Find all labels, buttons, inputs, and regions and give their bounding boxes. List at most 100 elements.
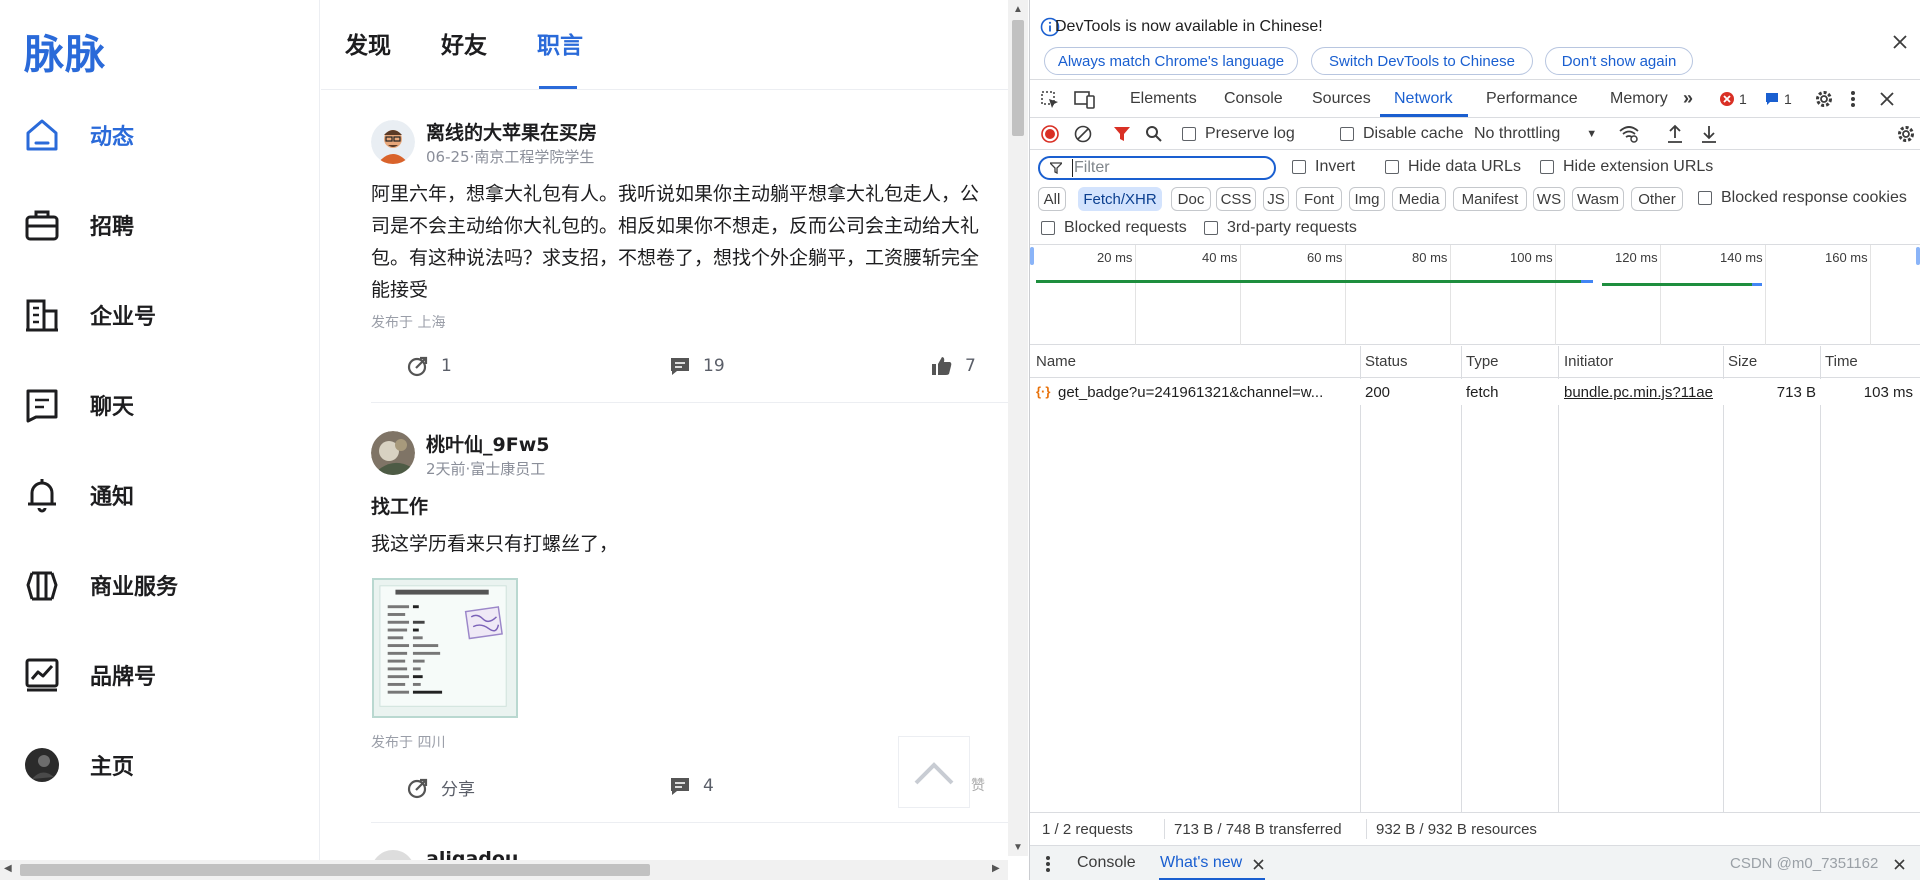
- tab-discover[interactable]: 发现: [345, 26, 391, 60]
- filter-input[interactable]: Filter: [1038, 156, 1276, 180]
- close-icon[interactable]: [1893, 35, 1907, 49]
- comment-button[interactable]: 4: [669, 775, 714, 797]
- nav-item-company[interactable]: 企业号: [24, 290, 304, 340]
- more-options-icon[interactable]: [1850, 89, 1856, 109]
- settings-gear-icon[interactable]: [1814, 89, 1834, 109]
- tab-workplace-talk[interactable]: 职言: [537, 26, 583, 60]
- record-stop-icon[interactable]: [1041, 125, 1059, 143]
- filter-chip-ws[interactable]: WS: [1533, 187, 1565, 211]
- tab-sources[interactable]: Sources: [1312, 90, 1371, 108]
- scroll-up-arrow-icon[interactable]: ▲: [1013, 4, 1023, 15]
- nav-item-brand[interactable]: 品牌号: [24, 650, 304, 700]
- scroll-left-arrow-icon[interactable]: ◀: [4, 863, 12, 874]
- tab-console[interactable]: Console: [1224, 90, 1283, 108]
- network-overview-timeline[interactable]: 20 ms 40 ms 60 ms 80 ms 100 ms 120 ms 14…: [1030, 245, 1920, 345]
- third-party-requests-checkbox[interactable]: 3rd-party requests: [1204, 219, 1357, 237]
- back-to-top-button[interactable]: [898, 736, 970, 808]
- export-har-icon[interactable]: [1700, 124, 1718, 144]
- filter-chip-manifest[interactable]: Manifest: [1453, 187, 1527, 211]
- timeline-start-handle[interactable]: [1030, 247, 1034, 265]
- share-button[interactable]: 分享: [407, 775, 475, 800]
- invert-checkbox[interactable]: Invert: [1292, 158, 1355, 176]
- disable-cache-checkbox[interactable]: Disable cache: [1340, 125, 1464, 143]
- switch-to-chinese-button[interactable]: Switch DevTools to Chinese: [1311, 47, 1533, 75]
- always-match-language-button[interactable]: Always match Chrome's language: [1044, 47, 1298, 75]
- filter-chip-wasm[interactable]: Wasm: [1572, 187, 1624, 211]
- timeline-end-handle[interactable]: [1916, 247, 1920, 265]
- filter-chip-doc[interactable]: Doc: [1171, 187, 1211, 211]
- throttling-select[interactable]: No throttling ▼: [1474, 125, 1597, 143]
- like-button[interactable]: 赞: [971, 775, 985, 795]
- import-har-icon[interactable]: [1666, 124, 1684, 144]
- inspect-element-icon[interactable]: [1040, 90, 1060, 110]
- request-initiator-link[interactable]: bundle.pc.min.js?11ae: [1564, 384, 1722, 401]
- preserve-log-checkbox[interactable]: Preserve log: [1182, 125, 1295, 143]
- page-vertical-scroll-thumb[interactable]: [1012, 20, 1024, 136]
- network-settings-gear-icon[interactable]: [1896, 124, 1916, 144]
- nav-item-jobs[interactable]: 招聘: [24, 200, 304, 250]
- drawer-menu-icon[interactable]: [1045, 855, 1051, 873]
- filter-funnel-icon[interactable]: [1113, 125, 1131, 143]
- share-icon: [407, 778, 428, 798]
- scroll-down-arrow-icon[interactable]: ▼: [1013, 842, 1023, 853]
- post-image-certificate[interactable]: [372, 578, 518, 718]
- error-counter[interactable]: 1: [1720, 91, 1747, 107]
- post-author[interactable]: 桃叶仙_9Fw5: [426, 430, 549, 457]
- drawer-tab-whats-new[interactable]: What's new: [1160, 854, 1242, 872]
- tab-elements[interactable]: Elements: [1130, 90, 1197, 108]
- filter-chip-font[interactable]: Font: [1296, 187, 1342, 211]
- dont-show-again-button[interactable]: Don't show again: [1545, 47, 1693, 75]
- nav-item-feed[interactable]: 动态: [24, 110, 304, 160]
- hide-extension-urls-checkbox[interactable]: Hide extension URLs: [1540, 158, 1713, 176]
- page-horizontal-scroll-thumb[interactable]: [20, 864, 650, 876]
- clear-icon[interactable]: [1074, 125, 1092, 143]
- filter-chip-img[interactable]: Img: [1349, 187, 1385, 211]
- more-tabs-icon[interactable]: »: [1683, 88, 1693, 109]
- nav-item-business[interactable]: 商业服务: [24, 560, 304, 610]
- column-size[interactable]: Size: [1728, 353, 1757, 370]
- filter-chip-fetch-xhr[interactable]: Fetch/XHR: [1078, 187, 1162, 211]
- avatar[interactable]: [371, 120, 415, 164]
- post-body[interactable]: 我这学历看来只有打螺丝了，: [371, 528, 1008, 562]
- forward-button[interactable]: 1: [407, 355, 452, 377]
- column-status[interactable]: Status: [1365, 353, 1408, 370]
- chevron-up-icon: [914, 762, 954, 785]
- column-type[interactable]: Type: [1466, 353, 1499, 370]
- message-counter[interactable]: 1: [1765, 91, 1792, 107]
- tab-network[interactable]: Network: [1394, 90, 1453, 108]
- post-body[interactable]: 阿里六年，想拿大礼包有人。我听说如果你主动躺平想拿大礼包走人，公 司是不会主动给…: [371, 178, 1008, 308]
- comment-button[interactable]: 19: [669, 355, 725, 377]
- close-devtools-icon[interactable]: [1880, 92, 1894, 106]
- close-drawer-icon[interactable]: [1894, 859, 1905, 870]
- avatar[interactable]: [371, 431, 415, 475]
- filter-chip-media[interactable]: Media: [1392, 187, 1446, 211]
- nav-item-notify[interactable]: 通知: [24, 470, 304, 520]
- blocked-requests-checkbox[interactable]: Blocked requests: [1041, 219, 1187, 237]
- tab-friends[interactable]: 好友: [441, 26, 487, 60]
- blocked-response-cookies-checkbox[interactable]: Blocked response cookies: [1698, 189, 1907, 207]
- column-initiator[interactable]: Initiator: [1564, 353, 1613, 370]
- filter-chip-js[interactable]: JS: [1263, 187, 1289, 211]
- close-tab-icon[interactable]: [1253, 859, 1264, 870]
- filter-chip-all[interactable]: All: [1038, 187, 1066, 211]
- post-title[interactable]: 找工作: [371, 492, 428, 519]
- filter-chip-css[interactable]: CSS: [1216, 187, 1256, 211]
- network-conditions-icon[interactable]: [1618, 124, 1640, 144]
- device-toolbar-icon[interactable]: [1074, 90, 1096, 110]
- tab-performance[interactable]: Performance: [1486, 90, 1578, 108]
- table-row[interactable]: {·} get_badge?u=241961321&channel=w... 2…: [1030, 379, 1920, 405]
- nav-item-profile[interactable]: 主页: [24, 740, 304, 790]
- post-author[interactable]: 离线的大苹果在买房: [426, 118, 597, 145]
- search-icon[interactable]: [1145, 125, 1163, 143]
- column-time[interactable]: Time: [1825, 353, 1858, 370]
- maimai-logo[interactable]: 脉脉: [24, 22, 106, 80]
- column-name[interactable]: Name: [1036, 353, 1076, 370]
- request-name[interactable]: get_badge?u=241961321&channel=w...: [1058, 384, 1358, 401]
- scroll-right-arrow-icon[interactable]: ▶: [992, 863, 1000, 874]
- hide-data-urls-checkbox[interactable]: Hide data URLs: [1385, 158, 1521, 176]
- drawer-tab-console[interactable]: Console: [1077, 854, 1136, 872]
- filter-chip-other[interactable]: Other: [1631, 187, 1683, 211]
- like-button[interactable]: 7: [931, 355, 976, 377]
- tab-memory[interactable]: Memory: [1610, 90, 1668, 108]
- nav-item-chat[interactable]: 聊天: [24, 380, 304, 430]
